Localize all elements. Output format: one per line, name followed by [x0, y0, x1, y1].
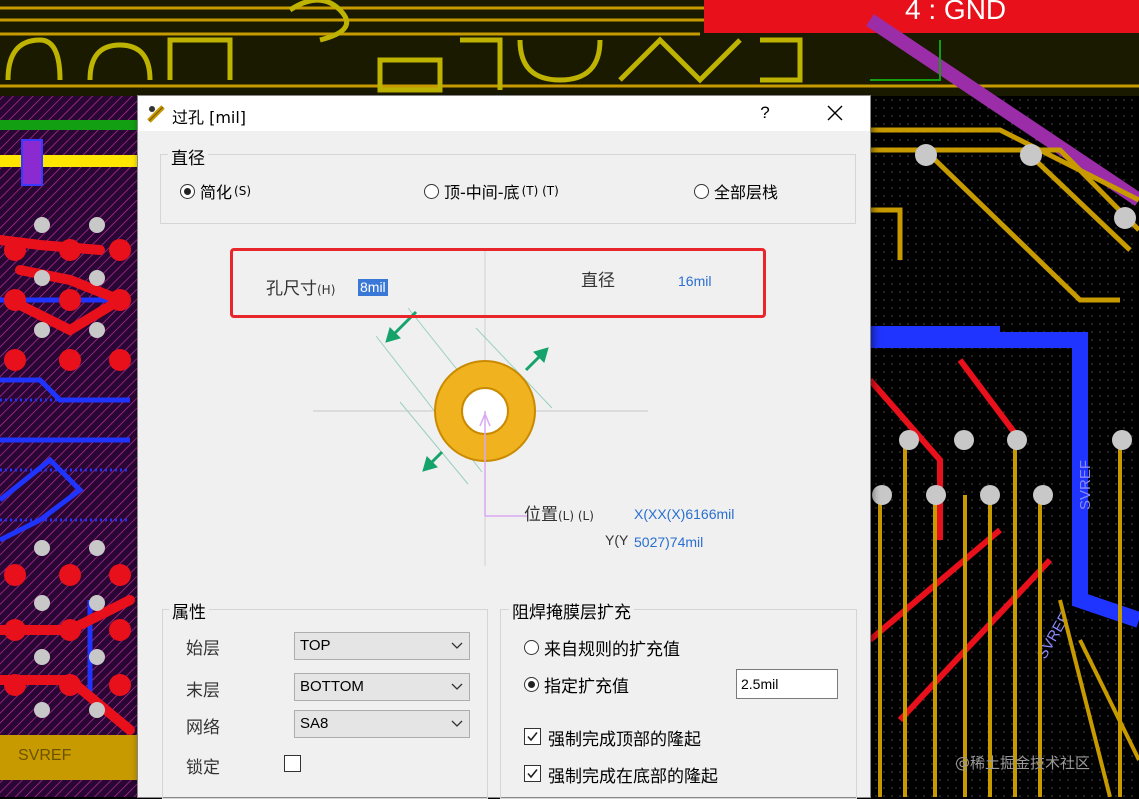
layer-label: 4 : GND [905, 0, 1007, 25]
hole-size-label: 孔尺寸(H) [266, 274, 335, 299]
radio-top-mid-bottom-label: 顶-中间-底 [444, 183, 520, 202]
force-bottom-label: 强制完成在底部的隆起 [548, 767, 718, 787]
radio-indicator [524, 677, 539, 692]
radio-simple-label: 简化 [200, 183, 233, 202]
hole-size-hotkey: (H) [317, 283, 336, 297]
end-layer-select[interactable]: BOTTOM [294, 673, 470, 701]
help-button[interactable]: ? [750, 100, 780, 126]
diameter-group-title: 直径 [168, 144, 208, 169]
radio-simple-hotkey: (S) [234, 184, 251, 198]
hole-size-input[interactable]: 8mil [358, 279, 388, 296]
chevron-down-icon [451, 642, 463, 649]
silk-svref-2: SVREF [1077, 460, 1094, 510]
net-value: SA8 [300, 715, 329, 732]
force-top-label: 强制完成顶部的隆起 [548, 730, 701, 750]
force-bottom-checkbox[interactable] [524, 765, 541, 782]
radio-indicator [524, 640, 539, 655]
end-layer-value: BOTTOM [300, 678, 364, 695]
net-select[interactable]: SA8 [294, 710, 470, 738]
position-y-label: Y(Y [605, 532, 629, 548]
lock-label: 锁定 [186, 758, 220, 778]
position-y-input[interactable]: 5027)74mil [634, 534, 703, 550]
chevron-down-icon [451, 720, 463, 727]
radio-from-rule[interactable]: 来自规则的扩充值 [524, 635, 680, 660]
radio-indicator [694, 183, 709, 199]
start-layer-label: 始层 [186, 639, 220, 659]
radio-from-rule-label: 来自规则的扩充值 [544, 640, 680, 660]
close-icon [827, 105, 843, 121]
radio-simple[interactable]: 简化 (S) [180, 179, 251, 203]
radio-specified-label: 指定扩充值 [544, 677, 629, 697]
position-label: 位置(L) (L) [524, 500, 594, 525]
radio-top-mid-bottom-hotkey: (T) (T) [521, 184, 559, 198]
position-label-text: 位置 [524, 505, 558, 525]
radio-specified[interactable]: 指定扩充值 [524, 672, 629, 697]
chevron-down-icon [451, 683, 463, 690]
properties-group-title: 属性 [169, 598, 209, 623]
expansion-value-input[interactable]: 2.5mil [736, 669, 838, 699]
close-button[interactable] [818, 100, 852, 126]
radio-indicator [180, 183, 195, 199]
position-x-input[interactable]: X(XX(X)6166mil [634, 506, 734, 522]
end-layer-label: 末层 [186, 681, 220, 701]
check-icon [527, 732, 538, 742]
via-properties-dialog: 过孔 [mil] ? 直径 简化 (S) 顶-中间-底 (T) (T) 全部层栈 [138, 96, 870, 799]
hole-size-label-text: 孔尺寸 [266, 279, 317, 299]
title-bar[interactable]: 过孔 [mil] ? [138, 96, 870, 131]
radio-top-mid-bottom[interactable]: 顶-中间-底 (T) (T) [424, 179, 559, 203]
lock-checkbox[interactable] [284, 755, 301, 772]
start-layer-value: TOP [300, 637, 331, 654]
dialog-title: 过孔 [mil] [172, 108, 247, 127]
radio-indicator [424, 183, 439, 199]
check-icon [527, 769, 538, 779]
force-top-checkbox[interactable] [524, 728, 541, 745]
radio-full-stack-label: 全部层栈 [714, 183, 779, 202]
start-layer-select[interactable]: TOP [294, 632, 470, 660]
diameter-input[interactable]: 16mil [678, 273, 711, 289]
position-hotkey: (L) (L) [558, 509, 594, 523]
diameter-label: 直径 [581, 271, 615, 291]
via-tool-icon [147, 104, 167, 124]
solder-mask-group-title: 阻焊掩膜层扩充 [509, 598, 634, 623]
net-label: 网络 [186, 718, 220, 738]
silk-svref-1: SVREF [18, 747, 72, 764]
watermark: @稀土掘金技术社区 [955, 754, 1091, 772]
radio-full-stack[interactable]: 全部层栈 [694, 179, 778, 203]
